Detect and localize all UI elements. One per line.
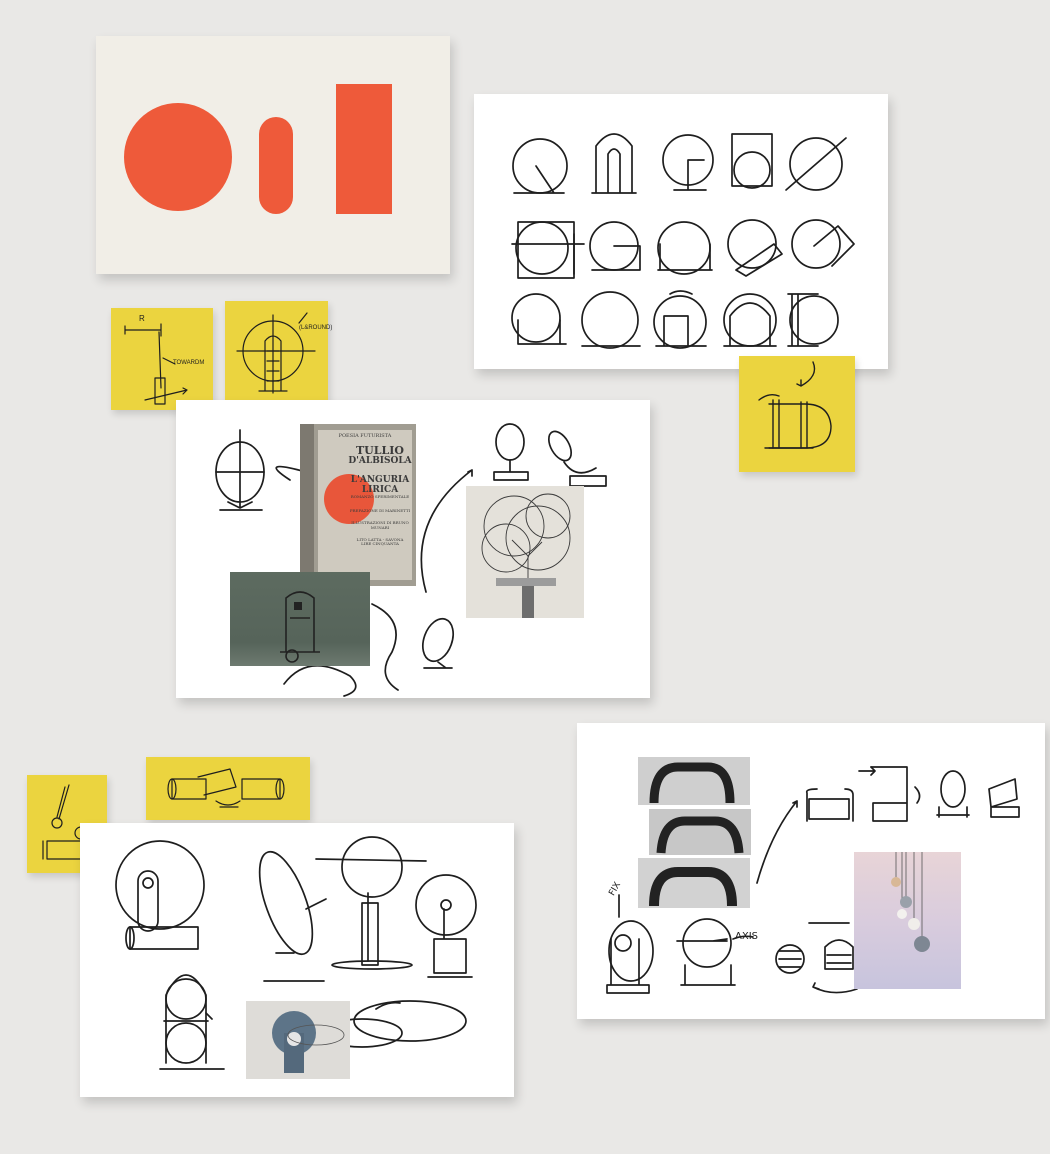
book-line-author-2: D'ALBISOLA — [348, 455, 412, 466]
radius-label: R — [139, 314, 145, 323]
book-line-subtitle: ROMANZO SPERIMENTALE — [350, 494, 410, 500]
chair-photo-middle — [649, 809, 751, 855]
axis-label: AXIS — [735, 931, 758, 942]
sticky-note-radius: R TOWARDM — [111, 308, 213, 410]
logo-pill — [259, 117, 293, 214]
chair-photo-top — [638, 757, 750, 805]
book-spine — [300, 424, 314, 586]
sticky-note-orbit: (L&ROUND) — [225, 301, 332, 404]
wire-sculpture-photo — [466, 486, 584, 618]
chair-photo-bottom — [638, 858, 750, 908]
fix-label: FIX — [607, 881, 623, 898]
moodboard-card: POESIA FUTURISTA TULLIO D'ALBISOLA L'ANG… — [176, 400, 650, 698]
book-line-series: POESIA FUTURISTA — [338, 433, 392, 439]
book-credit-4: LIRE CINQUANTA — [361, 541, 399, 547]
green-lamp-object — [280, 591, 320, 663]
pendant-lights-photo — [854, 852, 961, 989]
sketch-grid — [511, 133, 855, 349]
logo-shapes — [124, 84, 392, 214]
book-page: POESIA FUTURISTA TULLIO D'ALBISOLA L'ANG… — [318, 430, 412, 580]
blue-lamp-object — [272, 1011, 345, 1073]
blue-lamp-photo — [246, 1001, 350, 1079]
sketch-radius — [124, 323, 188, 405]
sticky-note-cylinders — [146, 757, 310, 820]
sketch-orbit — [236, 312, 316, 394]
book-title-block: POESIA FUTURISTA TULLIO D'ALBISOLA L'ANG… — [318, 430, 412, 546]
book-credit-2: ILLUSTRAZIONI DI BRUNO MUNARI — [351, 520, 409, 530]
book-cover-photo: POESIA FUTURISTA TULLIO D'ALBISOLA L'ANG… — [300, 424, 416, 586]
sketch-card-bottom-right: AXIS FIX — [577, 723, 1045, 1019]
logo-card — [96, 36, 450, 274]
radius-axis-label: TOWARDM — [173, 360, 205, 366]
green-lamp-photo — [230, 572, 370, 666]
sketch-grid-card — [474, 94, 888, 369]
logo-circle — [124, 103, 232, 211]
sketch-bracket — [758, 361, 832, 449]
sticky-note-bracket — [739, 356, 855, 472]
sketch-card-bottom-left — [80, 823, 514, 1097]
logo-bar — [336, 84, 392, 214]
sketch-cylinders — [167, 768, 285, 808]
book-credit-1: PREFAZIONE DI MARINETTI — [349, 508, 411, 514]
wire-sculpture — [481, 493, 571, 618]
pendant-lights — [891, 852, 930, 952]
orbit-axis-label: (L&ROUND) — [299, 325, 333, 331]
